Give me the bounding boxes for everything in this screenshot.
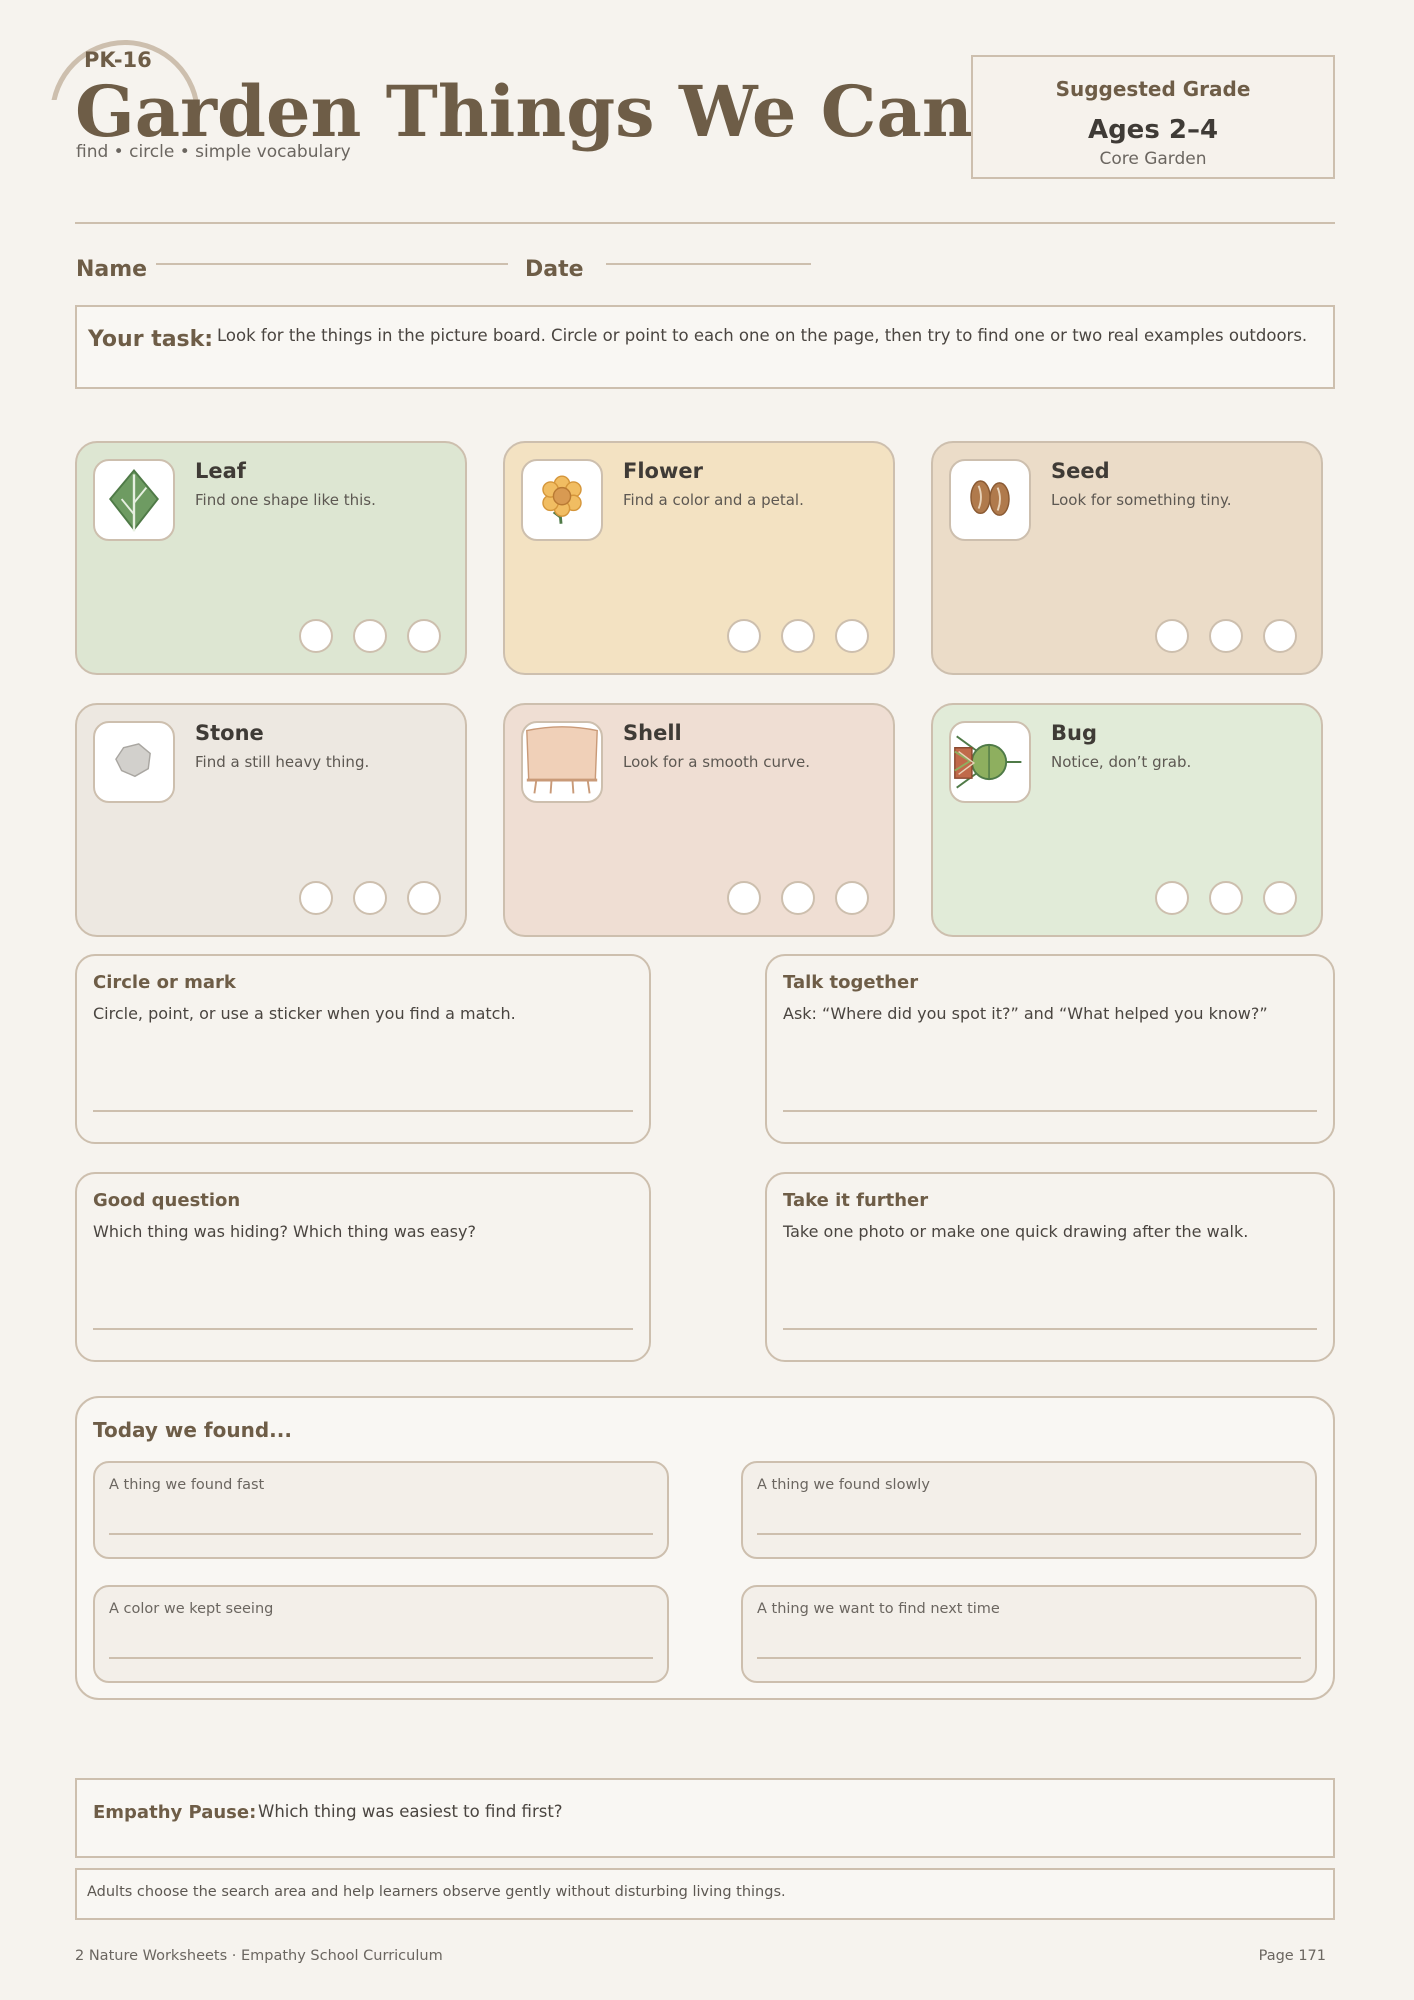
- mark-circle[interactable]: [1155, 619, 1189, 653]
- shell-icon: [521, 721, 603, 803]
- empathy-text: Which thing was easiest to find first?: [258, 1802, 563, 1821]
- box-text: Take one photo or make one quick drawing…: [783, 1222, 1249, 1241]
- card-desc: Find a color and a petal.: [623, 491, 804, 509]
- card-name: Leaf: [195, 459, 246, 483]
- bug-icon: [949, 721, 1031, 803]
- write-line[interactable]: [93, 1110, 633, 1112]
- card-leaf: Leaf Find one shape like this.: [75, 441, 467, 675]
- card-name: Seed: [1051, 459, 1110, 483]
- today-we-found-panel: Today we found... A thing we found fast …: [75, 1396, 1335, 1700]
- mark-circle[interactable]: [1209, 881, 1243, 915]
- empathy-pause-box: Empathy Pause: Which thing was easiest t…: [75, 1778, 1335, 1858]
- found-prompt-box: A thing we found slowly: [741, 1461, 1317, 1559]
- found-title: Today we found...: [93, 1418, 292, 1442]
- talk-together-box: Talk together Ask: “Where did you spot i…: [765, 954, 1335, 1144]
- page-number: Page 171: [1258, 1948, 1326, 1964]
- write-line[interactable]: [757, 1657, 1301, 1659]
- adult-note-box: Adults choose the search area and help l…: [75, 1868, 1335, 1920]
- good-question-box: Good question Which thing was hiding? Wh…: [75, 1172, 651, 1362]
- mark-circle[interactable]: [353, 881, 387, 915]
- card-bug: Bug Notice, don’t grab.: [931, 703, 1323, 937]
- mark-circle[interactable]: [781, 619, 815, 653]
- write-line[interactable]: [783, 1110, 1317, 1112]
- task-label: Your task:: [88, 327, 214, 352]
- box-text: Which thing was hiding? Which thing was …: [93, 1222, 476, 1241]
- suggested-grade-box: Suggested Grade Ages 2–4 Core Garden: [971, 55, 1335, 179]
- stone-icon: [93, 721, 175, 803]
- found-prompt-label: A color we kept seeing: [109, 1601, 274, 1617]
- worksheet-code: PK-16: [84, 48, 152, 72]
- mark-circle[interactable]: [727, 619, 761, 653]
- card-shell: Shell Look for a smooth curve.: [503, 703, 895, 937]
- page-subtitle: find • circle • simple vocabulary: [76, 142, 351, 162]
- leaf-icon: [93, 459, 175, 541]
- card-desc: Find one shape like this.: [195, 491, 376, 509]
- mark-circle[interactable]: [299, 881, 333, 915]
- card-desc: Look for a smooth curve.: [623, 753, 810, 771]
- footer-curriculum: 2 Nature Worksheets · Empathy School Cur…: [75, 1948, 443, 1964]
- found-prompt-label: A thing we found fast: [109, 1477, 265, 1493]
- mark-circle[interactable]: [353, 619, 387, 653]
- mark-circle[interactable]: [1155, 881, 1189, 915]
- card-desc: Notice, don’t grab.: [1051, 753, 1192, 771]
- write-line[interactable]: [109, 1533, 653, 1535]
- box-title: Take it further: [783, 1190, 929, 1211]
- circle-or-mark-box: Circle or mark Circle, point, or use a s…: [75, 954, 651, 1144]
- grade-ages: Ages 2–4: [1087, 115, 1219, 145]
- take-it-further-box: Take it further Take one photo or make o…: [765, 1172, 1335, 1362]
- card-flower: Flower Find a color and a petal.: [503, 441, 895, 675]
- task-text: Look for the things in the picture board…: [217, 326, 1308, 345]
- mark-circle[interactable]: [727, 881, 761, 915]
- page-title: Garden Things We Can Find: [75, 72, 975, 152]
- write-line[interactable]: [757, 1533, 1301, 1535]
- box-title: Talk together: [783, 972, 919, 993]
- card-stone: Stone Find a still heavy thing.: [75, 703, 467, 937]
- write-line[interactable]: [93, 1328, 633, 1330]
- card-seed: Seed Look for something tiny.: [931, 441, 1323, 675]
- found-prompt-box: A thing we found fast: [93, 1461, 669, 1559]
- mark-circle[interactable]: [835, 619, 869, 653]
- box-title: Good question: [93, 1190, 241, 1211]
- title-container: Garden Things We Can Find: [75, 72, 975, 152]
- found-prompt-label: A thing we found slowly: [757, 1477, 930, 1493]
- found-prompt-label: A thing we want to find next time: [757, 1601, 1000, 1617]
- header-divider: [75, 222, 1335, 224]
- mark-circle[interactable]: [299, 619, 333, 653]
- box-title: Circle or mark: [93, 972, 236, 993]
- mark-circle[interactable]: [781, 881, 815, 915]
- mark-circle[interactable]: [1209, 619, 1243, 653]
- found-prompt-box: A thing we want to find next time: [741, 1585, 1317, 1683]
- task-box: Your task: Look for the things in the pi…: [75, 305, 1335, 389]
- mark-circle[interactable]: [1263, 881, 1297, 915]
- name-field[interactable]: [156, 263, 508, 265]
- seed-icon: [949, 459, 1031, 541]
- mark-circle[interactable]: [407, 619, 441, 653]
- date-label: Date: [525, 257, 584, 282]
- empathy-label: Empathy Pause:: [93, 1802, 257, 1823]
- grade-track: Core Garden: [1099, 149, 1207, 169]
- mark-circle[interactable]: [407, 881, 441, 915]
- flower-icon: [521, 459, 603, 541]
- card-desc: Find a still heavy thing.: [195, 753, 370, 771]
- found-prompt-box: A color we kept seeing: [93, 1585, 669, 1683]
- card-name: Bug: [1051, 721, 1097, 745]
- box-text: Circle, point, or use a sticker when you…: [93, 1004, 516, 1023]
- date-field[interactable]: [606, 263, 811, 265]
- name-label: Name: [76, 257, 148, 282]
- box-text: Ask: “Where did you spot it?” and “What …: [783, 1004, 1268, 1023]
- write-line[interactable]: [109, 1657, 653, 1659]
- card-desc: Look for something tiny.: [1051, 491, 1232, 509]
- write-line[interactable]: [783, 1328, 1317, 1330]
- grade-label: Suggested Grade: [1055, 77, 1251, 101]
- card-name: Stone: [195, 721, 264, 745]
- adult-note-text: Adults choose the search area and help l…: [87, 1884, 786, 1900]
- mark-circle[interactable]: [1263, 619, 1297, 653]
- card-name: Shell: [623, 721, 682, 745]
- card-name: Flower: [623, 459, 703, 483]
- mark-circle[interactable]: [835, 881, 869, 915]
